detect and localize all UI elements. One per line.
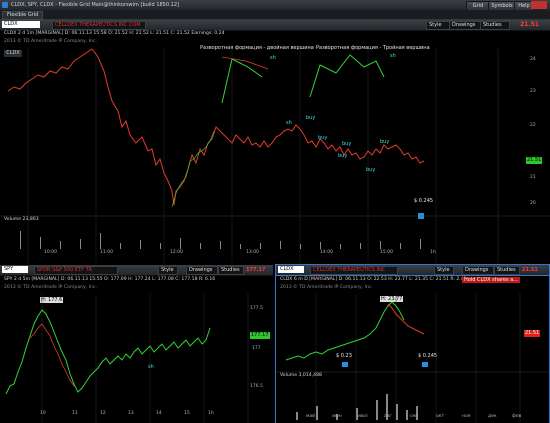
spy-style-button[interactable]: Style	[158, 266, 178, 275]
spy-symbol-input[interactable]: SPY	[2, 266, 28, 273]
cldx-daily-x-tick: окт	[436, 414, 445, 419]
top-chart-svg	[0, 48, 550, 263]
y-tick: 20	[530, 201, 536, 206]
spy-y-tick: 176.5	[250, 384, 263, 389]
y-tick: 23	[530, 89, 536, 94]
tab-strip: Flexible Grid	[0, 10, 550, 20]
spy-company-name: SPDR S&P 500 ETF TR	[34, 266, 118, 275]
spy-x-tick: 1h	[208, 411, 214, 416]
symbol-input[interactable]: CLDX	[2, 21, 40, 28]
annotation-triple-top: Разворотная формация - Тройная вершина	[316, 45, 430, 51]
signal-label-sh: sh	[286, 120, 292, 126]
cldx-daily-symbol-input[interactable]: CLDX	[278, 266, 304, 273]
signal-label-buy: buy	[342, 141, 352, 147]
cldx-daily-x-tick: июн	[332, 414, 342, 419]
signal-label-sh: sh	[270, 55, 276, 61]
annotation-double-top: Разворотная формация - двойная вершина	[200, 45, 314, 51]
earnings-marker: $ 0.245	[414, 198, 434, 204]
studies-button[interactable]: Studies	[480, 21, 510, 30]
window-title: CLDX, SPY, CLDX - Flexible Grid Main@thi…	[11, 2, 179, 8]
drawings-button[interactable]: Drawings	[449, 21, 483, 30]
cldx-daily-style-button[interactable]: Style	[434, 266, 454, 275]
spy-chart-pane[interactable]: SPY 2 d 5m [MARGINAL] D: 06.11.13 15:55 …	[0, 276, 273, 423]
x-tick: 14:00	[320, 250, 333, 255]
company-name: CELLDEX THERAPEUTICS INC COM	[52, 21, 146, 30]
signal-label-buy: buy	[380, 139, 390, 145]
spy-studies-button[interactable]: Studies	[218, 266, 244, 275]
cldx-daily-price-tag: 21.51	[524, 330, 541, 337]
cldx-daily-marker-2: $ 0.245	[418, 353, 438, 359]
signal-label-sh: sh	[390, 53, 396, 59]
x-tick: 12:00	[170, 250, 183, 255]
spy-drawings-button[interactable]: Drawings	[186, 266, 218, 275]
cldx-daily-x-tick: сен	[410, 414, 419, 419]
spy-x-tick: 13	[128, 411, 134, 416]
spy-y-tick: 177.5	[250, 306, 263, 311]
price-tag: 21.51	[526, 157, 543, 164]
cldx-daily-chart-svg	[276, 294, 549, 423]
last-price: 21.51	[520, 21, 539, 28]
spy-x-tick: 10	[40, 411, 46, 416]
cldx-daily-x-tick: авг	[384, 414, 392, 419]
cldx-daily-marker-1: $ 0.23	[336, 353, 352, 359]
signal-label-buy: buy	[318, 135, 328, 141]
cldx-daily-pane-header: CLDX CELLDEX THERAPEUTICS INC COM Style …	[275, 264, 550, 280]
tab-flexible-grid[interactable]: Flexible Grid	[2, 11, 44, 20]
y-tick: 21	[530, 175, 536, 180]
cldx-daily-drawings-button[interactable]: Drawings	[462, 266, 494, 275]
spy-x-tick: 15	[184, 411, 190, 416]
spy-signal-sh: sh	[148, 364, 154, 370]
cldx-daily-company-name: CELLDEX THERAPEUTICS INC COM	[310, 266, 398, 280]
x-tick: 11:00	[100, 250, 113, 255]
cldx-daily-last-price: 21.51	[522, 267, 538, 273]
spy-last-price: 177.17	[246, 267, 266, 273]
cldx-daily-x-tick: дек	[488, 414, 497, 419]
app-icon	[2, 2, 8, 8]
y-tick: 24	[530, 57, 536, 62]
spy-x-tick: 12	[100, 411, 106, 416]
cldx-daily-x-tick: июл	[358, 414, 368, 419]
spy-chart-svg	[5, 294, 249, 423]
top-pane-header: CLDX CELLDEX THERAPEUTICS INC COM Style …	[0, 20, 550, 31]
spy-y-tick: 177	[252, 346, 261, 351]
cldx-daily-x-tick: ноя	[462, 414, 471, 419]
cldx-daily-x-tick: фев	[512, 414, 522, 419]
signal-label-buy: buy	[338, 153, 348, 159]
x-tick: 15:00	[380, 250, 393, 255]
volume-label: Volume 23,803	[4, 217, 39, 222]
x-tick: 13:00	[246, 250, 259, 255]
x-tick: 1h	[430, 250, 436, 255]
cldx-daily-x-tick: май	[306, 414, 316, 419]
cldx-daily-chart-pane[interactable]: CLDX 6 m D [MARGINAL] D: 06.11.13 O: 22.…	[275, 275, 550, 423]
cldx-daily-volume-label: Volume 3,014,488	[280, 373, 322, 378]
spy-x-tick: 14	[156, 411, 162, 416]
spy-x-tick: 11	[72, 411, 78, 416]
spy-pane-header: SPY SPDR S&P 500 ETF TR Style Drawings S…	[0, 265, 273, 276]
cldx-daily-studies-button[interactable]: Studies	[494, 266, 520, 275]
y-tick: 22	[530, 123, 536, 128]
signal-label-buy: buy	[366, 167, 376, 173]
spy-price-tag: 177.17	[250, 332, 270, 339]
top-chart-pane[interactable]: CLDX 2 d 1m [MARGINAL] D: 06.11.13 15:58…	[0, 31, 550, 263]
x-tick: 10:00	[44, 250, 57, 255]
signal-label-buy: buy	[306, 115, 316, 121]
close-window-icon[interactable]	[531, 1, 547, 9]
